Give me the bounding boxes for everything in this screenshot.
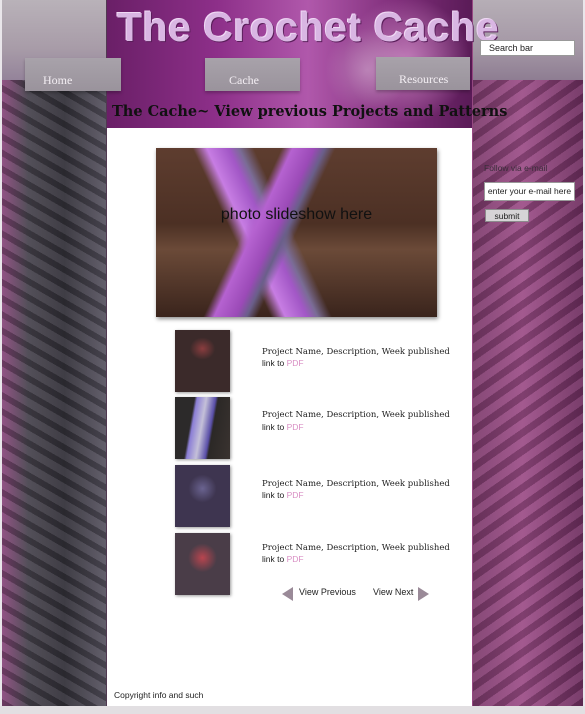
email-input[interactable]: enter your e-mail here [484,182,575,201]
nav-resources-label: Resources [399,72,449,86]
nav-cache-button[interactable]: Cache [205,58,300,91]
pdf-link-4[interactable]: PDF [287,554,304,564]
view-previous-link[interactable]: View Previous [299,587,356,597]
project-link-prefix-4: link to [262,554,285,564]
arrow-right-icon[interactable] [418,587,429,601]
bottom-strip [0,706,585,714]
slideshow-label: photo slideshow here [220,206,373,223]
pdf-link-2[interactable]: PDF [287,422,304,432]
project-link-1: link to PDF [262,358,304,368]
project-link-prefix-3: link to [262,490,285,500]
follow-email-label: Follow via e-mail [484,163,548,173]
background-left-panel [2,80,106,706]
submit-button[interactable]: submit [485,209,529,222]
project-thumbnail-1[interactable] [175,330,230,392]
photo-slideshow[interactable]: photo slideshow here [156,148,437,317]
project-link-3: link to PDF [262,490,304,500]
nav-resources-button[interactable]: Resources [376,57,470,90]
nav-home-button[interactable]: Home [25,58,121,91]
project-link-2: link to PDF [262,422,304,432]
copyright-footer: Copyright info and such [114,690,204,700]
project-link-4: link to PDF [262,554,304,564]
search-input[interactable]: Search bar [480,40,575,56]
project-link-prefix-1: link to [262,358,285,368]
project-description-4: Project Name, Description, Week publishe… [262,543,450,553]
email-placeholder: enter your e-mail here [487,186,572,196]
project-thumbnail-2[interactable] [175,397,230,459]
pdf-link-1[interactable]: PDF [287,358,304,368]
project-thumbnail-4[interactable] [175,533,230,595]
nav-home-label: Home [43,73,73,87]
background-right-panel [473,80,583,706]
pdf-link-3[interactable]: PDF [287,490,304,500]
project-description-3: Project Name, Description, Week publishe… [262,479,450,489]
nav-cache-label: Cache [229,73,259,87]
arrow-left-icon[interactable] [282,587,293,601]
page-subtitle: The Cache~ View previous Projects and Pa… [112,103,508,120]
site-title: The Crochet Cache [117,4,500,50]
project-link-prefix-2: link to [262,422,285,432]
project-thumbnail-3[interactable] [175,465,230,527]
project-description-1: Project Name, Description, Week publishe… [262,347,450,357]
view-next-link[interactable]: View Next [373,587,413,597]
project-description-2: Project Name, Description, Week publishe… [262,410,450,420]
search-placeholder: Search bar [489,43,534,53]
